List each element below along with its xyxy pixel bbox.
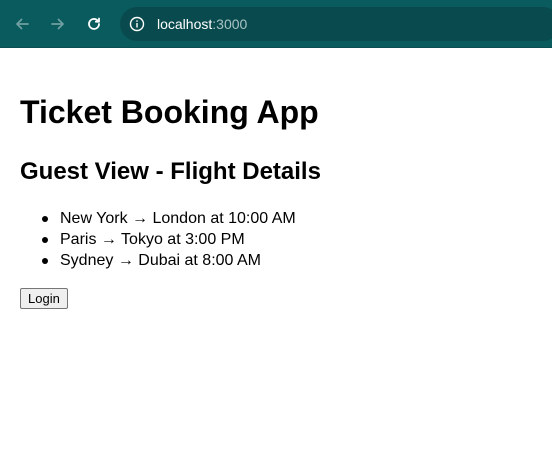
back-arrow-icon bbox=[16, 18, 29, 30]
flight-list-item: Paris → Tokyo at 3:00 PM bbox=[42, 229, 296, 250]
url-port: :3000 bbox=[212, 16, 248, 32]
address-bar[interactable]: localhost:3000 bbox=[120, 7, 552, 41]
reload-button[interactable] bbox=[80, 10, 108, 38]
flight-list-item: New York → London at 10:00 AM bbox=[42, 210, 296, 227]
flight-list: New York → London at 10:00 AM Paris → To… bbox=[20, 208, 296, 271]
url-host: localhost bbox=[157, 16, 213, 32]
back-button[interactable] bbox=[8, 10, 36, 38]
url-text: localhost:3000 bbox=[157, 7, 247, 41]
forward-arrow-icon bbox=[51, 18, 64, 30]
reload-icon bbox=[88, 17, 100, 30]
forward-button[interactable] bbox=[44, 10, 72, 38]
section-heading: Guest View - Flight Details bbox=[20, 158, 321, 185]
site-info-icon[interactable] bbox=[129, 16, 145, 32]
browser-toolbar: localhost:3000 bbox=[0, 0, 552, 48]
login-button[interactable]: Login bbox=[20, 288, 68, 309]
page-title: Ticket Booking App bbox=[20, 94, 319, 130]
flight-list-item: Sydney → Dubai at 8:00 AM bbox=[42, 250, 296, 271]
